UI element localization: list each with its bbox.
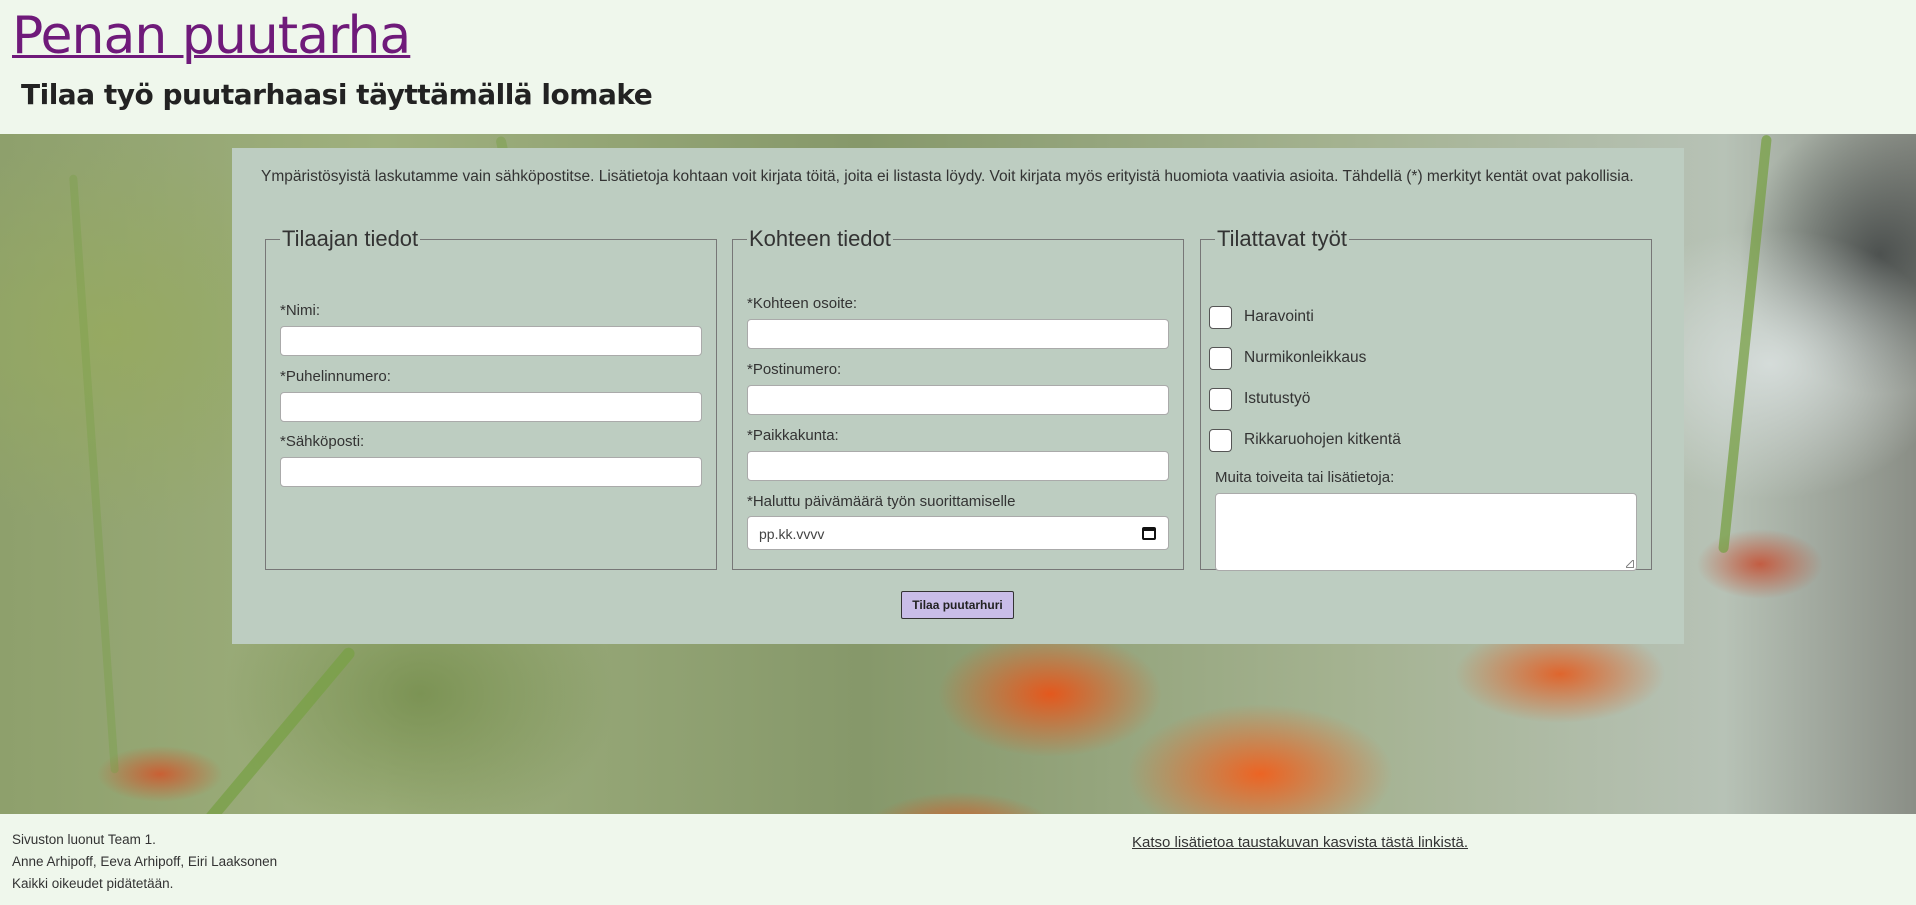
city-input[interactable]	[747, 451, 1169, 481]
date-label: *Haluttu päivämäärä työn suorittamiselle	[747, 493, 1016, 510]
weeding-checkbox[interactable]	[1209, 428, 1232, 452]
weeding-label[interactable]: Rikkaruohojen kitkentä	[1244, 431, 1401, 449]
page-subtitle: Tilaa työ puutarhaasi täyttämällä lomake	[21, 78, 653, 111]
plant-stem	[69, 174, 119, 774]
address-label: *Kohteen osoite:	[747, 295, 858, 312]
email-input[interactable]	[280, 457, 702, 487]
job-option-lawn-mowing[interactable]: Nurmikonleikkaus	[1209, 345, 1366, 371]
background-info-link[interactable]: Katso lisätietoa taustakuvan kasvista tä…	[1132, 834, 1468, 851]
calendar-icon[interactable]	[1142, 527, 1156, 540]
notes-textarea[interactable]	[1215, 493, 1637, 571]
name-input[interactable]	[280, 326, 702, 356]
date-placeholder: pp.kk.vvvv	[759, 526, 825, 542]
customer-info-legend: Tilaajan tiedot	[282, 226, 419, 251]
page-footer: Sivuston luonut Team 1. Anne Arhipoff, E…	[0, 814, 1916, 905]
order-form: Ympäristösyistä laskutamme vain sähköpos…	[232, 148, 1684, 644]
site-title-link[interactable]: Penan puutarha	[12, 6, 411, 66]
plant-stem	[154, 645, 358, 814]
footer-authors: Anne Arhipoff, Eeva Arhipoff, Eiri Laaks…	[12, 854, 278, 869]
site-info-legend: Kohteen tiedot	[749, 226, 891, 251]
job-option-raking[interactable]: Haravointi	[1209, 304, 1314, 330]
planting-label[interactable]: Istutustyö	[1244, 390, 1310, 408]
phone-label: *Puhelinnumero:	[280, 368, 391, 385]
job-option-weeding[interactable]: Rikkaruohojen kitkentä	[1209, 427, 1401, 453]
postal-code-input[interactable]	[747, 385, 1169, 415]
resize-handle-icon[interactable]	[1626, 560, 1634, 568]
phone-input[interactable]	[280, 392, 702, 422]
job-option-planting[interactable]: Istutustyö	[1209, 386, 1310, 412]
raking-checkbox[interactable]	[1209, 305, 1232, 329]
email-label: *Sähköposti:	[280, 433, 365, 450]
jobs-legend: Tilattavat työt	[1217, 226, 1348, 251]
notes-label: Muita toiveita tai lisätietoja:	[1215, 469, 1395, 486]
page-header: Penan puutarha Tilaa työ puutarhaasi täy…	[0, 0, 1916, 134]
city-label: *Paikkakunta:	[747, 427, 839, 444]
submit-order-button[interactable]: Tilaa puutarhuri	[901, 591, 1014, 619]
plant-stem	[1718, 134, 1772, 554]
site-info-fieldset: Kohteen tiedot *Kohteen osoite: *Postinu…	[732, 226, 1184, 570]
date-input[interactable]: pp.kk.vvvv	[747, 516, 1169, 550]
customer-info-fieldset: Tilaajan tiedot *Nimi: *Puhelinnumero: *…	[265, 226, 717, 570]
footer-credit: Sivuston luonut Team 1.	[12, 832, 156, 847]
address-input[interactable]	[747, 319, 1169, 349]
form-intro-text: Ympäristösyistä laskutamme vain sähköpos…	[261, 168, 1634, 185]
name-label: *Nimi:	[280, 302, 320, 319]
lawn-mowing-label[interactable]: Nurmikonleikkaus	[1244, 349, 1366, 367]
jobs-fieldset: Tilattavat työt Haravointi Nurmikonleikk…	[1200, 226, 1652, 571]
lawn-mowing-checkbox[interactable]	[1209, 346, 1232, 370]
raking-label[interactable]: Haravointi	[1244, 308, 1314, 326]
footer-copyright: Kaikki oikeudet pidätetään.	[12, 876, 174, 891]
postal-code-label: *Postinumero:	[747, 361, 842, 378]
planting-checkbox[interactable]	[1209, 387, 1232, 411]
